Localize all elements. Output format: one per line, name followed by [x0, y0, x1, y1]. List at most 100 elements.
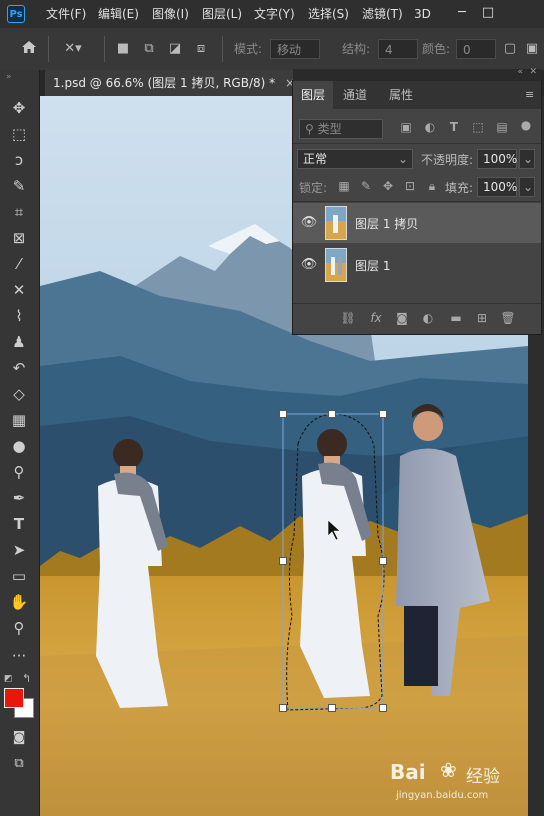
home-icon[interactable]: [18, 40, 40, 58]
new-group-icon[interactable]: ▬: [447, 311, 465, 325]
dodge-tool-icon[interactable]: ⚲: [0, 460, 38, 484]
quick-mask-icon[interactable]: ◙: [0, 726, 38, 750]
visibility-eye-icon[interactable]: 👁︎: [299, 257, 319, 272]
blur-tool-icon[interactable]: ●: [0, 434, 38, 458]
type-filter-icon[interactable]: T: [445, 120, 463, 134]
filter-toggle-icon[interactable]: ●: [517, 118, 535, 132]
document-tab[interactable]: 1.psd @ 66.6% (图层 1 拷贝, RGB/8) * ×: [45, 70, 304, 96]
eraser-tool-icon[interactable]: ◇: [0, 382, 38, 406]
swap-colors-icon[interactable]: ↰: [22, 672, 31, 685]
layer-name[interactable]: 图层 1 拷贝: [355, 215, 418, 232]
brush-tool-icon[interactable]: ⌇: [0, 304, 38, 328]
lock-artboard-icon[interactable]: ⊡: [401, 179, 419, 193]
crop-tool-icon[interactable]: ⌗: [0, 200, 38, 224]
menu-select[interactable]: 选择(S): [308, 0, 349, 28]
layer-row[interactable]: 👁︎ 图层 1 拷贝: [293, 203, 541, 243]
collapse-panel-icon[interactable]: «: [517, 67, 523, 77]
screen-mode-icon[interactable]: ⧉: [0, 752, 38, 776]
panel-menu-icon[interactable]: ≡: [525, 88, 534, 101]
shape-filter-icon[interactable]: ⬚: [469, 120, 487, 134]
lock-transparent-icon[interactable]: ▦: [335, 179, 353, 193]
lock-position-icon[interactable]: ✥: [379, 179, 397, 193]
color-field[interactable]: 0: [456, 39, 496, 59]
add-selection-icon[interactable]: ⧉: [140, 40, 158, 58]
pen-tool-icon[interactable]: ✒: [0, 486, 38, 510]
opacity-dropdown-icon[interactable]: ⌄: [519, 149, 535, 169]
more-tools-icon[interactable]: ···: [0, 644, 38, 668]
marquee-tool-icon[interactable]: ⬚: [0, 122, 38, 146]
visibility-eye-icon[interactable]: 👁︎: [299, 215, 319, 230]
content-aware-move-tool-icon[interactable]: ✕: [0, 278, 38, 302]
add-mask-icon[interactable]: ◙: [393, 311, 411, 325]
fill-dropdown-icon[interactable]: ⌄: [519, 177, 535, 197]
adjustment-layer-icon[interactable]: ◐: [419, 311, 437, 325]
divider: [222, 36, 223, 62]
lasso-tool-icon[interactable]: ↄ: [0, 148, 38, 172]
lock-paint-icon[interactable]: ✎: [357, 179, 375, 193]
tab-channels[interactable]: 通道: [335, 81, 375, 109]
fill-field[interactable]: 100%: [477, 177, 517, 197]
menu-3d[interactable]: 3D: [414, 0, 431, 28]
kind-filter-select[interactable]: ⚲ 类型: [299, 119, 383, 139]
menu-edit[interactable]: 编辑(E): [98, 0, 139, 28]
frame-tool-icon[interactable]: ⊠: [0, 226, 38, 250]
transform-handle-left[interactable]: [279, 557, 287, 565]
close-panel-icon[interactable]: ✕: [529, 67, 537, 77]
smart-object-filter-icon[interactable]: ▤: [493, 120, 511, 134]
intersect-selection-icon[interactable]: ⧈: [192, 40, 210, 58]
tab-layers[interactable]: 图层: [293, 81, 333, 109]
hand-tool-icon[interactable]: ✋: [0, 590, 38, 614]
tab-properties[interactable]: 属性: [381, 81, 421, 109]
menu-type[interactable]: 文字(Y): [254, 0, 295, 28]
transform-handle-bottom-right[interactable]: [379, 704, 387, 712]
transform-handle-top[interactable]: [328, 410, 336, 418]
restore-button[interactable]: □: [476, 0, 500, 28]
rectangle-tool-icon[interactable]: ▭: [0, 564, 38, 588]
collapse-icon[interactable]: »: [6, 72, 12, 82]
adjustment-filter-icon[interactable]: ◐: [421, 120, 439, 134]
new-selection-icon[interactable]: ■: [114, 40, 132, 58]
menu-filter[interactable]: 滤镜(T): [362, 0, 403, 28]
fx-icon[interactable]: fx: [367, 311, 385, 325]
lock-all-icon[interactable]: 🔒︎: [423, 179, 441, 194]
menu-file[interactable]: 文件(F): [46, 0, 86, 28]
structure-field[interactable]: 4: [378, 39, 418, 59]
opacity-label: 不透明度:: [421, 153, 474, 167]
layers-panel: « ✕ 图层 通道 属性 ≡ ⚲ 类型 ▣ ◐ T ⬚ ▤ ● 正常 ⌄ 不透明…: [292, 67, 542, 335]
zoom-tool-icon[interactable]: ⚲: [0, 616, 38, 640]
quick-selection-tool-icon[interactable]: ✎: [0, 174, 38, 198]
transform-handle-top-right[interactable]: [379, 410, 387, 418]
transform-handle-top-left[interactable]: [279, 410, 287, 418]
content-aware-move-icon[interactable]: ✕▾: [58, 40, 88, 58]
trash-icon[interactable]: 🗑︎: [499, 311, 517, 325]
type-tool-icon[interactable]: T: [0, 512, 38, 536]
subtract-selection-icon[interactable]: ◪: [166, 40, 184, 58]
minimize-button[interactable]: ─: [450, 0, 474, 28]
eyedropper-tool-icon[interactable]: ⁄: [0, 252, 38, 276]
transform-handle-right[interactable]: [379, 557, 387, 565]
foreground-color-swatch[interactable]: [4, 688, 24, 708]
stamp-tool-icon[interactable]: ♟: [0, 330, 38, 354]
transform-handle-bottom-left[interactable]: [279, 704, 287, 712]
pixel-filter-icon[interactable]: ▣: [397, 120, 415, 134]
link-layers-icon[interactable]: ⛓︎: [339, 311, 357, 325]
transform-handle-bottom[interactable]: [328, 704, 336, 712]
menu-layer[interactable]: 图层(L): [202, 0, 242, 28]
new-layer-icon[interactable]: ⊞: [473, 311, 491, 325]
blend-mode-select[interactable]: 正常 ⌄: [297, 149, 413, 169]
watermark-brand: Bai: [390, 760, 426, 784]
move-tool-icon[interactable]: ✥: [0, 96, 38, 120]
structure-label: 结构:: [342, 42, 371, 56]
transform-on-drop-icon[interactable]: ▣: [524, 40, 540, 58]
mode-select[interactable]: 移动: [270, 39, 320, 59]
path-selection-tool-icon[interactable]: ➤: [0, 538, 38, 562]
layer-name[interactable]: 图层 1: [355, 257, 390, 274]
sample-all-layers-icon[interactable]: ▢: [502, 40, 518, 58]
menu-image[interactable]: 图像(I): [152, 0, 189, 28]
history-brush-tool-icon[interactable]: ↶: [0, 356, 38, 380]
gradient-tool-icon[interactable]: ▦: [0, 408, 38, 432]
layer-row[interactable]: 👁︎ 图层 1: [293, 245, 541, 285]
default-colors-icon[interactable]: ◩: [4, 674, 13, 684]
opacity-field[interactable]: 100%: [477, 149, 517, 169]
chevron-down-icon: ⌄: [397, 152, 408, 166]
